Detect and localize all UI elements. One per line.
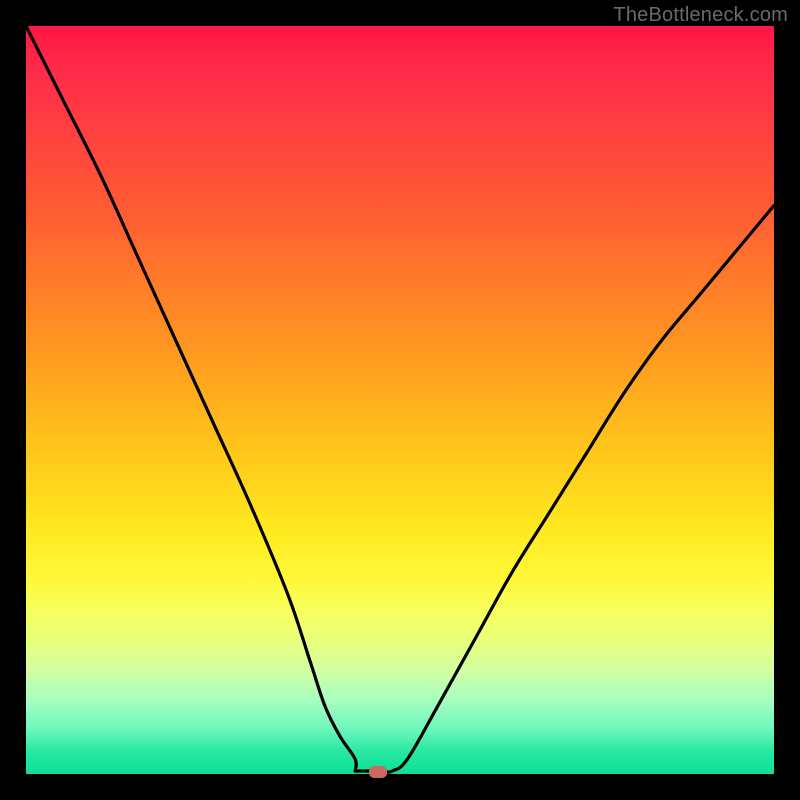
optimal-point-marker: [369, 766, 387, 778]
plot-area: [26, 26, 774, 774]
chart-frame: TheBottleneck.com: [0, 0, 800, 800]
watermark-text: TheBottleneck.com: [613, 4, 788, 27]
bottleneck-curve: [26, 26, 774, 774]
